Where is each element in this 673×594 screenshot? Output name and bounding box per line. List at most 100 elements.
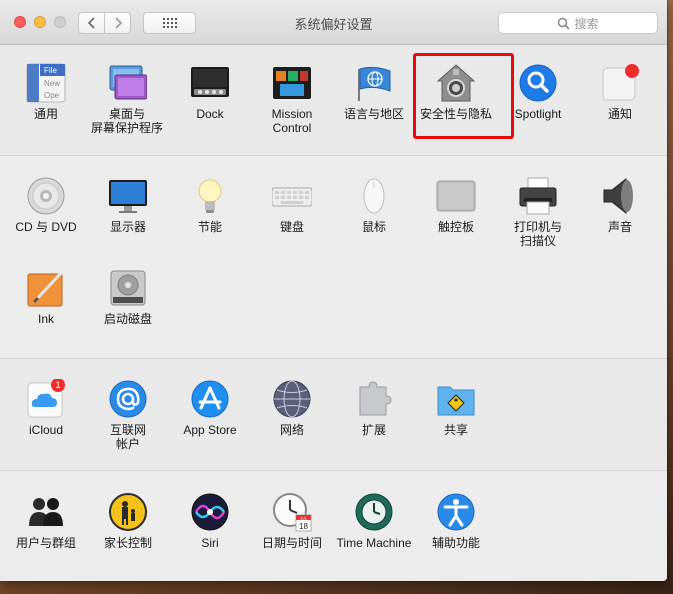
svg-text:File: File xyxy=(44,66,57,75)
pref-sound[interactable]: 声音 xyxy=(579,176,661,276)
pref-spotlight[interactable]: Spotlight xyxy=(497,63,579,163)
hardware-section: CD 与 DVD 显示器 节能 键盘 鼠标 触控板 打印机与 扫描仪 声音 In… xyxy=(0,156,667,359)
displays-icon xyxy=(108,176,148,216)
pref-trackpad-label: 触控板 xyxy=(437,220,474,234)
ink-icon xyxy=(26,268,66,308)
pref-users-groups[interactable]: 用户与群组 xyxy=(5,492,87,581)
pref-ink[interactable]: Ink xyxy=(5,268,87,368)
personal-section: File New Ope 通用 桌面与 屏幕保护程序 Dock Mission … xyxy=(0,45,667,156)
spotlight-icon xyxy=(518,63,558,103)
pref-displays-label: 显示器 xyxy=(109,220,146,234)
pref-ink-label: Ink xyxy=(37,312,54,326)
internet-accounts-icon xyxy=(108,379,148,419)
pref-users-groups-label: 用户与群组 xyxy=(15,536,76,550)
pref-icloud-label: iCloud xyxy=(28,423,64,437)
pref-icloud[interactable]: 1 iCloud xyxy=(5,378,87,479)
pref-general-label: 通用 xyxy=(33,107,58,121)
pref-mouse[interactable]: 鼠标 xyxy=(333,176,415,276)
pref-dock[interactable]: Dock xyxy=(169,63,251,163)
pref-printers-scanners[interactable]: 打印机与 扫描仪 xyxy=(497,176,579,276)
title-bar: 系统偏好设置 搜索 xyxy=(0,0,667,45)
pref-energy-saver-label: 节能 xyxy=(197,220,222,234)
extensions-icon xyxy=(354,379,394,419)
mission-control-icon xyxy=(272,63,312,103)
pref-cd-dvd-label: CD 与 DVD xyxy=(15,220,77,234)
printer-scanner-icon xyxy=(518,176,558,216)
cd-dvd-icon xyxy=(26,176,66,216)
desktop-screensaver-icon xyxy=(107,63,148,103)
pref-internet-accounts-label: 互联网 帐户 xyxy=(109,423,146,451)
svg-text:New: New xyxy=(44,79,60,88)
icloud-badge: 1 xyxy=(55,380,60,390)
pref-network[interactable]: 网络 xyxy=(251,379,333,479)
sound-icon xyxy=(600,176,640,216)
notifications-icon xyxy=(600,63,640,103)
search-input[interactable]: 搜索 xyxy=(498,12,658,34)
pref-mouse-label: 鼠标 xyxy=(361,220,386,234)
startup-disk-icon xyxy=(108,268,148,308)
svg-text:Ope: Ope xyxy=(44,91,60,100)
pref-startup-disk-label: 启动磁盘 xyxy=(103,312,152,326)
language-region-icon xyxy=(354,63,394,103)
system-section: 用户与群组 家长控制 Siri JUL 18 日期与时间 Time Machin… xyxy=(0,471,667,581)
internet-section: 1 iCloud 互联网 帐户 App Store 网络 扩展 共享 xyxy=(0,359,667,471)
system-preferences-window: 系统偏好设置 搜索 File New Ope 通用 桌面与 屏幕保护程序 Doc… xyxy=(0,0,667,581)
pref-parental-controls[interactable]: 家长控制 xyxy=(87,492,169,581)
pref-sharing-label: 共享 xyxy=(443,423,468,437)
pref-extensions[interactable]: 扩展 xyxy=(333,379,415,479)
pref-general[interactable]: File New Ope 通用 xyxy=(5,63,87,163)
pref-sound-label: 声音 xyxy=(607,220,632,234)
pref-desktop-screensaver[interactable]: 桌面与 屏幕保护程序 xyxy=(86,63,168,163)
security-privacy-icon xyxy=(436,63,476,103)
pref-displays[interactable]: 显示器 xyxy=(87,176,169,276)
energy-saver-icon xyxy=(190,176,230,216)
siri-icon xyxy=(190,492,230,532)
pref-language-region-label: 语言与地区 xyxy=(343,107,404,121)
pref-trackpad[interactable]: 触控板 xyxy=(415,176,497,276)
search-placeholder: 搜索 xyxy=(574,16,599,31)
keyboard-icon xyxy=(271,176,313,216)
pref-cd-dvd[interactable]: CD 与 DVD xyxy=(5,176,87,276)
pref-siri[interactable]: Siri xyxy=(169,492,251,581)
pref-security-privacy-label: 安全性与隐私 xyxy=(419,107,492,121)
pref-dock-label: Dock xyxy=(196,107,224,121)
pref-startup-disk[interactable]: 启动磁盘 xyxy=(87,268,169,368)
pref-parental-controls-label: 家长控制 xyxy=(103,536,152,550)
dock-icon xyxy=(190,63,230,103)
pref-time-machine[interactable]: Time Machine xyxy=(333,492,415,581)
network-icon xyxy=(272,379,312,419)
pref-keyboard-label: 键盘 xyxy=(279,220,304,234)
magnifier-icon xyxy=(558,17,571,30)
users-groups-icon xyxy=(26,492,66,532)
pref-notifications[interactable]: 通知 xyxy=(579,63,661,163)
accessibility-icon xyxy=(436,492,476,532)
pref-time-machine-label: Time Machine xyxy=(336,536,412,550)
pref-app-store[interactable]: App Store xyxy=(169,379,251,479)
pref-date-time-label: 日期与时间 xyxy=(261,536,322,550)
pref-accessibility[interactable]: 辅助功能 xyxy=(415,492,497,581)
pref-spotlight-label: Spotlight xyxy=(514,107,562,121)
trackpad-icon xyxy=(436,176,476,216)
pref-date-time[interactable]: JUL 18 日期与时间 xyxy=(251,492,333,581)
pref-sharing[interactable]: 共享 xyxy=(415,379,497,479)
time-machine-icon xyxy=(354,492,394,532)
pref-mission-control-label: Mission Control xyxy=(271,107,313,135)
sharing-icon xyxy=(436,379,476,419)
pref-accessibility-label: 辅助功能 xyxy=(431,536,480,550)
svg-text:18: 18 xyxy=(299,522,308,531)
pref-printers-scanners-label: 打印机与 扫描仪 xyxy=(513,220,562,248)
pref-siri-label: Siri xyxy=(201,536,219,550)
pref-language-region[interactable]: 语言与地区 xyxy=(333,63,415,163)
general-icon: File New Ope xyxy=(26,63,66,103)
pref-desktop-screensaver-label: 桌面与 屏幕保护程序 xyxy=(90,107,163,135)
pref-keyboard[interactable]: 键盘 xyxy=(251,176,333,276)
date-time-icon: JUL 18 xyxy=(272,492,312,532)
app-store-icon xyxy=(190,379,230,419)
pref-mission-control[interactable]: Mission Control xyxy=(251,63,333,163)
pref-security-privacy[interactable]: 安全性与隐私 xyxy=(415,63,497,163)
pref-internet-accounts[interactable]: 互联网 帐户 xyxy=(87,379,169,479)
pref-energy-saver[interactable]: 节能 xyxy=(169,176,251,276)
parental-controls-icon xyxy=(108,492,148,532)
pref-network-label: 网络 xyxy=(279,423,304,437)
pref-extensions-label: 扩展 xyxy=(361,423,386,437)
